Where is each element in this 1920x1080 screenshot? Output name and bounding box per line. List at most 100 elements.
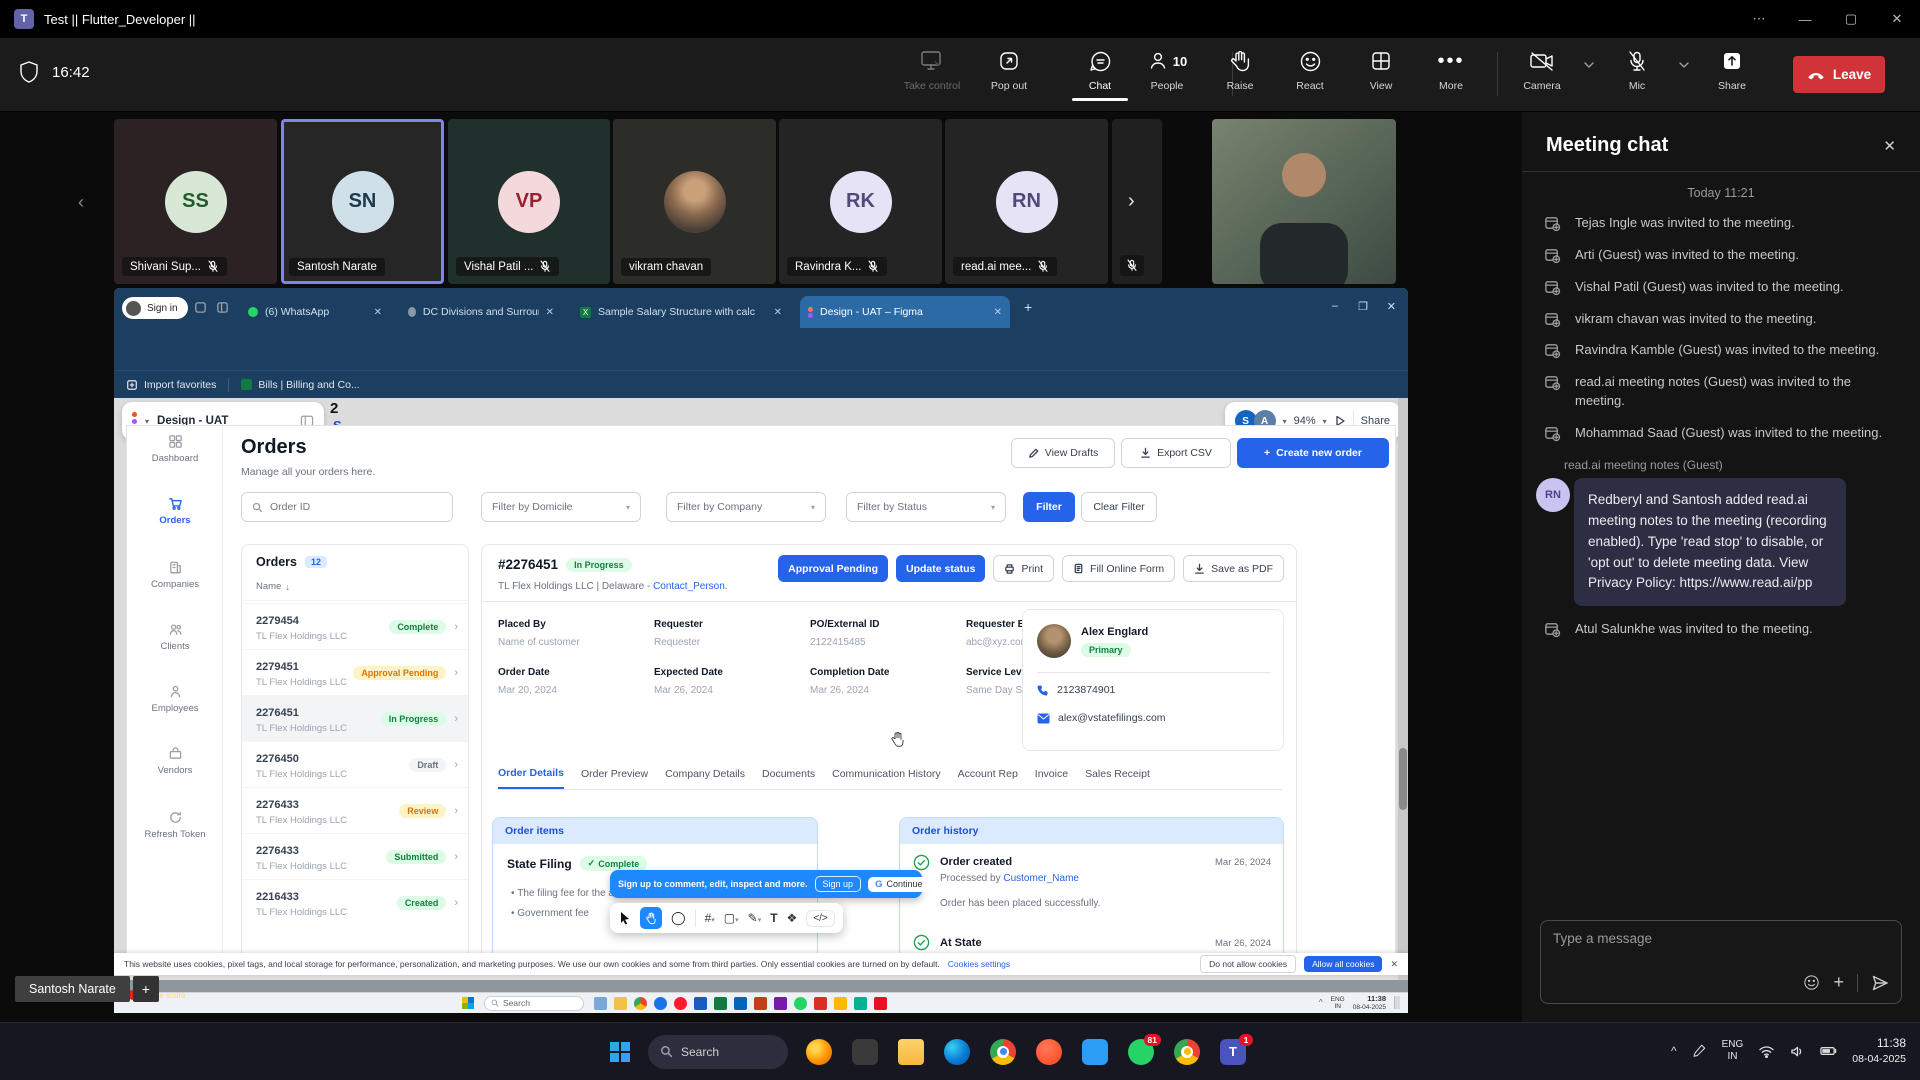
leave-button[interactable]: Leave — [1793, 56, 1885, 93]
pop-out-button[interactable]: Pop out — [974, 48, 1044, 92]
mic-chevron-icon[interactable] — [1677, 58, 1691, 72]
tab-account-rep[interactable]: Account Rep — [958, 768, 1018, 788]
browser-restore-icon[interactable]: ❐ — [1358, 300, 1368, 313]
sidebar-item-employees[interactable]: Employees — [127, 684, 223, 714]
sign-up-button[interactable]: Sign up — [815, 876, 862, 892]
browser-tab[interactable]: (6) WhatsApp✕ — [240, 296, 390, 328]
video-tile[interactable]: SS Shivani Sup... — [114, 119, 277, 284]
opera-icon[interactable] — [674, 997, 687, 1010]
text-tool-icon[interactable]: T — [770, 911, 777, 925]
browser-tab[interactable]: X Sample Salary Structure with calc✕ — [572, 296, 790, 328]
filter-domicile-select[interactable]: Filter by Domicile▾ — [481, 492, 641, 522]
hidden-icons-chevron[interactable]: ^ — [1671, 1044, 1677, 1058]
order-id-input[interactable] — [270, 501, 420, 513]
sort-desc-icon[interactable]: ↓ — [285, 582, 290, 592]
tiles-scroll-left-icon[interactable]: ‹ — [78, 192, 84, 213]
hidden-icons-chevron[interactable]: ^ — [1319, 998, 1323, 1007]
pdf-icon[interactable] — [874, 997, 887, 1010]
chat-input-box[interactable]: + — [1540, 920, 1902, 1004]
hand-tool-icon[interactable] — [640, 907, 662, 929]
close-cookie-icon[interactable]: ✕ — [1390, 959, 1398, 970]
shared-system-tray[interactable]: ^ ENGIN 11:3808-04-2025 — [1319, 995, 1400, 1010]
teams-icon[interactable]: T1 — [1220, 1039, 1246, 1065]
firefox-icon[interactable] — [806, 1039, 832, 1065]
send-icon[interactable] — [1871, 974, 1889, 992]
shared-screen-browser[interactable]: Sign in (6) WhatsApp✕ DC Divisions and S… — [114, 288, 1408, 980]
video-tile[interactable]: RK Ravindra K... — [779, 119, 942, 284]
edge-icon[interactable] — [654, 997, 667, 1010]
tab-documents[interactable]: Documents — [762, 768, 815, 788]
pin-plus-button[interactable]: + — [133, 976, 159, 1002]
filter-company-select[interactable]: Filter by Company▾ — [666, 492, 826, 522]
chrome-profile-icon[interactable] — [1174, 1039, 1200, 1065]
tab-search-icon[interactable] — [194, 301, 207, 314]
video-tile-active-speaker[interactable]: SN Santosh Narate — [281, 119, 444, 284]
tab-order-details[interactable]: Order Details — [498, 767, 564, 789]
view-drafts-button[interactable]: View Drafts — [1011, 438, 1115, 468]
customer-name-link[interactable]: Customer_Name — [1003, 873, 1079, 884]
filter-button[interactable]: Filter — [1023, 492, 1075, 522]
chrome-icon[interactable] — [990, 1039, 1016, 1065]
whatsapp-icon[interactable]: 81 — [1128, 1039, 1154, 1065]
video-tile[interactable]: VP Vishal Patil ... — [448, 119, 610, 284]
contact-phone[interactable]: 2123874901 — [1057, 684, 1115, 696]
start-button-icon[interactable] — [608, 1040, 632, 1064]
clear-filter-button[interactable]: Clear Filter — [1081, 492, 1157, 522]
chat-message-input[interactable] — [1553, 931, 1793, 946]
attach-plus-icon[interactable]: + — [1833, 972, 1844, 993]
allow-cookies-button[interactable]: Allow all cookies — [1304, 956, 1382, 972]
export-csv-button[interactable]: Export CSV — [1121, 438, 1231, 468]
file-explorer-icon[interactable] — [898, 1039, 924, 1065]
move-tool-icon[interactable] — [618, 911, 631, 925]
powerpoint-icon[interactable] — [754, 997, 767, 1010]
deny-cookies-button[interactable]: Do not allow cookies — [1200, 955, 1296, 973]
chrome-icon[interactable] — [634, 997, 647, 1010]
brave-icon[interactable] — [1036, 1039, 1062, 1065]
shared-taskbar-apps[interactable] — [594, 997, 887, 1010]
tiles-scroll-right-icon[interactable]: › — [1128, 190, 1135, 213]
sidebar-item-companies[interactable]: Companies — [127, 560, 223, 590]
order-row-selected[interactable]: 2276451TL Flex Holdings LLC In Progress … — [242, 695, 468, 741]
taskbar-search-box[interactable]: Search — [648, 1035, 788, 1069]
clock[interactable]: 11:3808-04-2025 — [1852, 1036, 1906, 1067]
browser-close-icon[interactable]: ✕ — [1387, 300, 1396, 313]
tab-close-icon[interactable]: ✕ — [374, 307, 382, 318]
tab-sales-receipt[interactable]: Sales Receipt — [1085, 768, 1150, 788]
app-icon[interactable] — [834, 997, 847, 1010]
app-icon[interactable] — [594, 997, 607, 1010]
sidebar-item-vendors[interactable]: Vendors — [127, 746, 223, 776]
sidebar-item-dashboard[interactable]: Dashboard — [127, 434, 223, 464]
view-button[interactable]: View — [1346, 48, 1416, 92]
name-column-header[interactable]: Name — [256, 581, 281, 592]
minimize-icon[interactable]: — — [1782, 12, 1828, 27]
tab-close-icon[interactable]: ✕ — [994, 307, 1002, 318]
onenote-icon[interactable] — [774, 997, 787, 1010]
video-tile[interactable]: RN read.ai mee... — [945, 119, 1108, 284]
order-row[interactable]: 2276433TL Flex Holdings LLC Review › — [242, 787, 468, 833]
contact-email[interactable]: alex@vstatefilings.com — [1058, 712, 1166, 724]
language-indicator[interactable]: ENGIN — [1722, 1039, 1744, 1063]
figma-scrollbar-thumb[interactable] — [1399, 748, 1407, 810]
camera-chevron-icon[interactable] — [1582, 58, 1596, 72]
component-tool-icon[interactable]: ❖ — [787, 911, 798, 925]
sidebar-item-clients[interactable]: Clients — [127, 622, 223, 652]
more-button[interactable]: ••• More — [1416, 48, 1486, 92]
edge-icon[interactable] — [944, 1039, 970, 1065]
google-continue-button[interactable]: G Continue — [868, 877, 929, 892]
volume-icon[interactable] — [1790, 1045, 1805, 1058]
figma-scrollbar-track[interactable] — [1398, 398, 1408, 980]
order-row[interactable]: 2216433TL Flex Holdings LLC Created › — [242, 879, 468, 925]
contact-person-link[interactable]: Contact_Person. — [653, 581, 728, 592]
order-search-box[interactable] — [241, 492, 453, 522]
dev-mode-icon[interactable]: </> — [806, 910, 834, 927]
print-button[interactable]: Print — [993, 555, 1054, 582]
battery-icon[interactable] — [1820, 1046, 1837, 1056]
emoji-icon[interactable] — [1803, 974, 1820, 991]
app-icon-blue[interactable] — [1082, 1039, 1108, 1065]
order-row[interactable]: 2276433TL Flex Holdings LLC Submitted › — [242, 833, 468, 879]
figma-canvas[interactable]: 2 S ▾ Design - UAT S A ▾ 94% ▾ Share — [114, 398, 1408, 980]
lasso-tool-icon[interactable]: ◯ — [671, 910, 686, 926]
shared-search-box[interactable]: Search — [484, 996, 584, 1011]
cookies-settings-link[interactable]: Cookies settings — [948, 959, 1010, 969]
order-row[interactable]: 2279454TL Flex Holdings LLC Complete › — [242, 603, 468, 649]
